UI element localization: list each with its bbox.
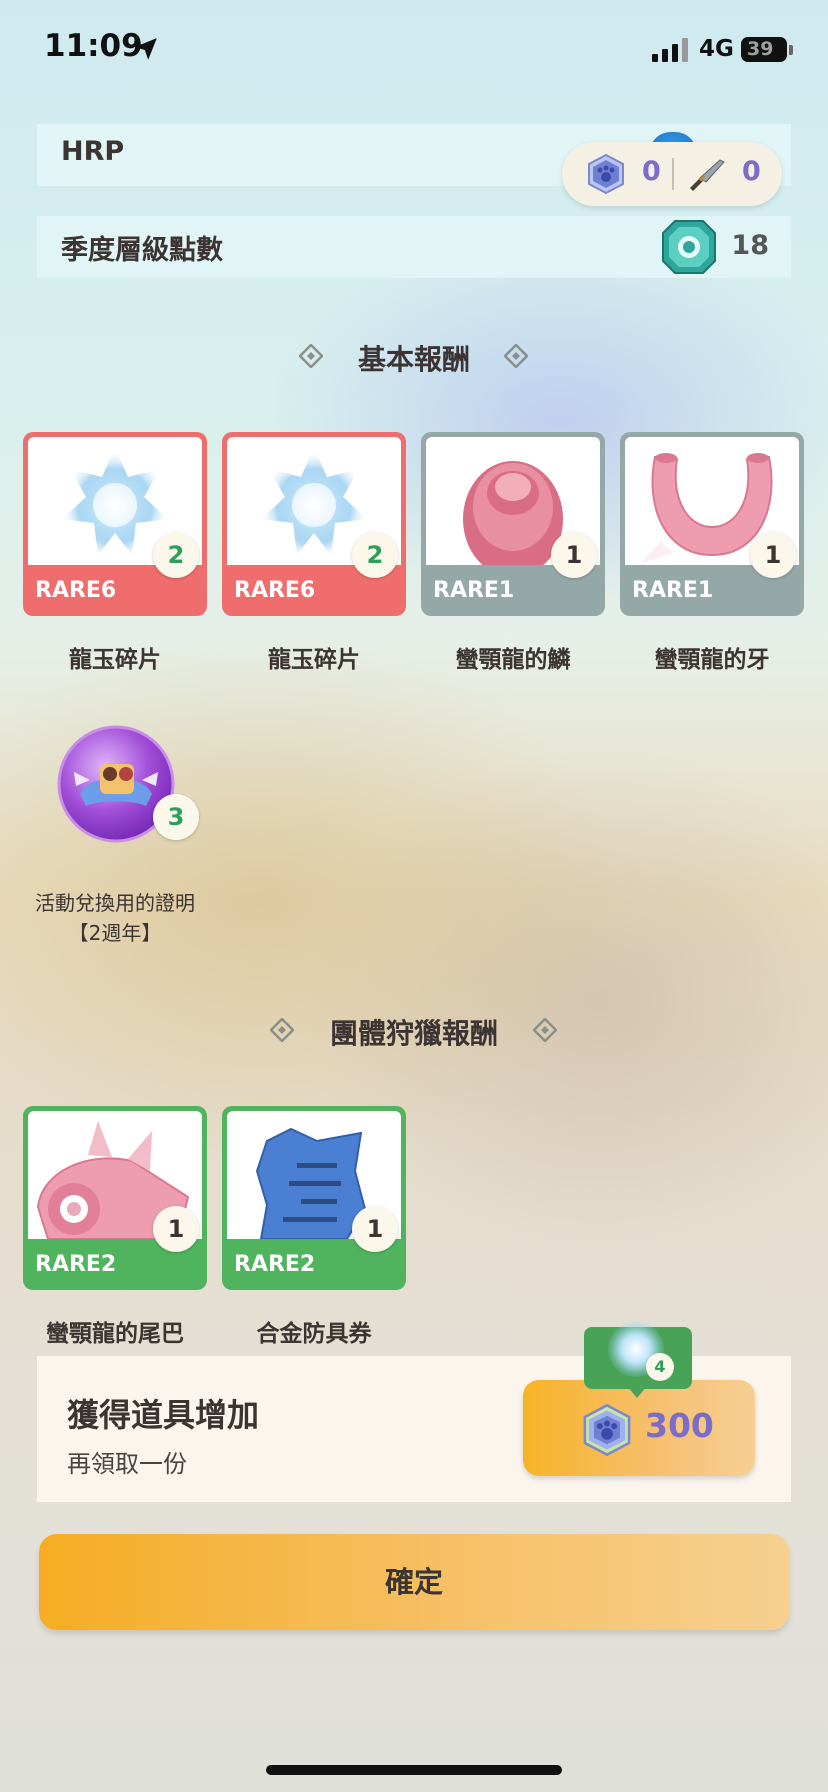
rarity-label: RARE2	[35, 1252, 117, 1277]
bonus-tooltip: 4	[584, 1321, 692, 1389]
status-time: 11:09	[44, 28, 143, 64]
count-badge: 1	[551, 532, 597, 578]
item-name: 蠻顎龍的牙	[654, 647, 770, 673]
count-badge: 3	[153, 794, 199, 840]
battery-icon: 39	[741, 37, 787, 62]
group-rewards-title: 團體狩獵報酬	[329, 1017, 498, 1050]
knife-icon	[690, 159, 725, 191]
hrp-label: HRP	[61, 136, 125, 167]
season-points-bar: 季度層級點數 18	[37, 216, 791, 278]
tooltip-tail	[627, 1386, 647, 1398]
battery-tip	[789, 45, 793, 55]
network-type: 4G	[699, 36, 734, 62]
count-badge: 2	[153, 532, 199, 578]
bonus-cost: 300	[645, 1406, 714, 1445]
basic-rewards-title: 基本報酬	[357, 343, 470, 376]
count-badge: 1	[750, 532, 796, 578]
item-name: 蠻顎龍的鱗	[455, 647, 571, 673]
diamond-ornament-icon	[504, 344, 528, 368]
diamond-ornament-icon	[270, 1018, 294, 1042]
reward-card[interactable]: RARE6 2	[23, 432, 207, 616]
paw-gem-count: 0	[642, 156, 661, 187]
item-name: 龍玉碎片	[69, 647, 161, 673]
reward-card[interactable]: RARE1 1	[421, 432, 605, 616]
reward-card[interactable]: RARE6 2	[222, 432, 406, 616]
divider	[672, 158, 674, 190]
rarity-label: RARE2	[234, 1252, 316, 1277]
season-points-value: 18	[731, 230, 769, 261]
location-arrow-icon	[135, 38, 157, 60]
item-name-line2: 【2週年】	[68, 921, 162, 945]
paw-gem-icon	[588, 154, 624, 194]
bonus-title: 獲得道具增加	[67, 1396, 260, 1434]
count-badge: 1	[352, 1206, 398, 1252]
group-rewards-header: 團體狩獵報酬	[0, 1012, 828, 1052]
season-points-label: 季度層級點數	[61, 235, 223, 266]
anniversary-token-name: 活動兌換用的證明 【2週年】	[14, 888, 216, 948]
count-badge: 1	[153, 1206, 199, 1252]
item-name: 龍玉碎片	[268, 647, 360, 673]
rarity-label: RARE6	[35, 578, 117, 603]
battery-level: 39	[747, 38, 774, 60]
confirm-button[interactable]: 確定	[39, 1534, 789, 1630]
count-badge: 2	[352, 532, 398, 578]
bonus-subtitle: 再領取一份	[67, 1450, 187, 1478]
home-indicator[interactable]	[266, 1765, 562, 1775]
rarity-label: RARE6	[234, 578, 316, 603]
item-name: 蠻顎龍的尾巴	[46, 1321, 184, 1347]
tooltip-count-badge: 4	[646, 1353, 674, 1381]
basic-rewards-header: 基本報酬	[0, 338, 828, 378]
currency-pill[interactable]: 0 0	[562, 142, 782, 206]
item-name: 合金防具券	[256, 1321, 372, 1347]
reward-card[interactable]: RARE2 1	[222, 1106, 406, 1290]
paw-gem-icon	[583, 1404, 631, 1456]
rarity-label: RARE1	[632, 578, 714, 603]
diamond-ornament-icon	[299, 344, 323, 368]
reward-card[interactable]: RARE1 1	[620, 432, 804, 616]
diamond-ornament-icon	[533, 1018, 557, 1042]
reward-card[interactable]: RARE2 1	[23, 1106, 207, 1290]
knife-count: 0	[742, 156, 761, 187]
rarity-label: RARE1	[433, 578, 515, 603]
item-name-line1: 活動兌換用的證明	[35, 891, 195, 915]
season-emblem-icon	[662, 220, 716, 274]
signal-icon	[652, 38, 688, 62]
